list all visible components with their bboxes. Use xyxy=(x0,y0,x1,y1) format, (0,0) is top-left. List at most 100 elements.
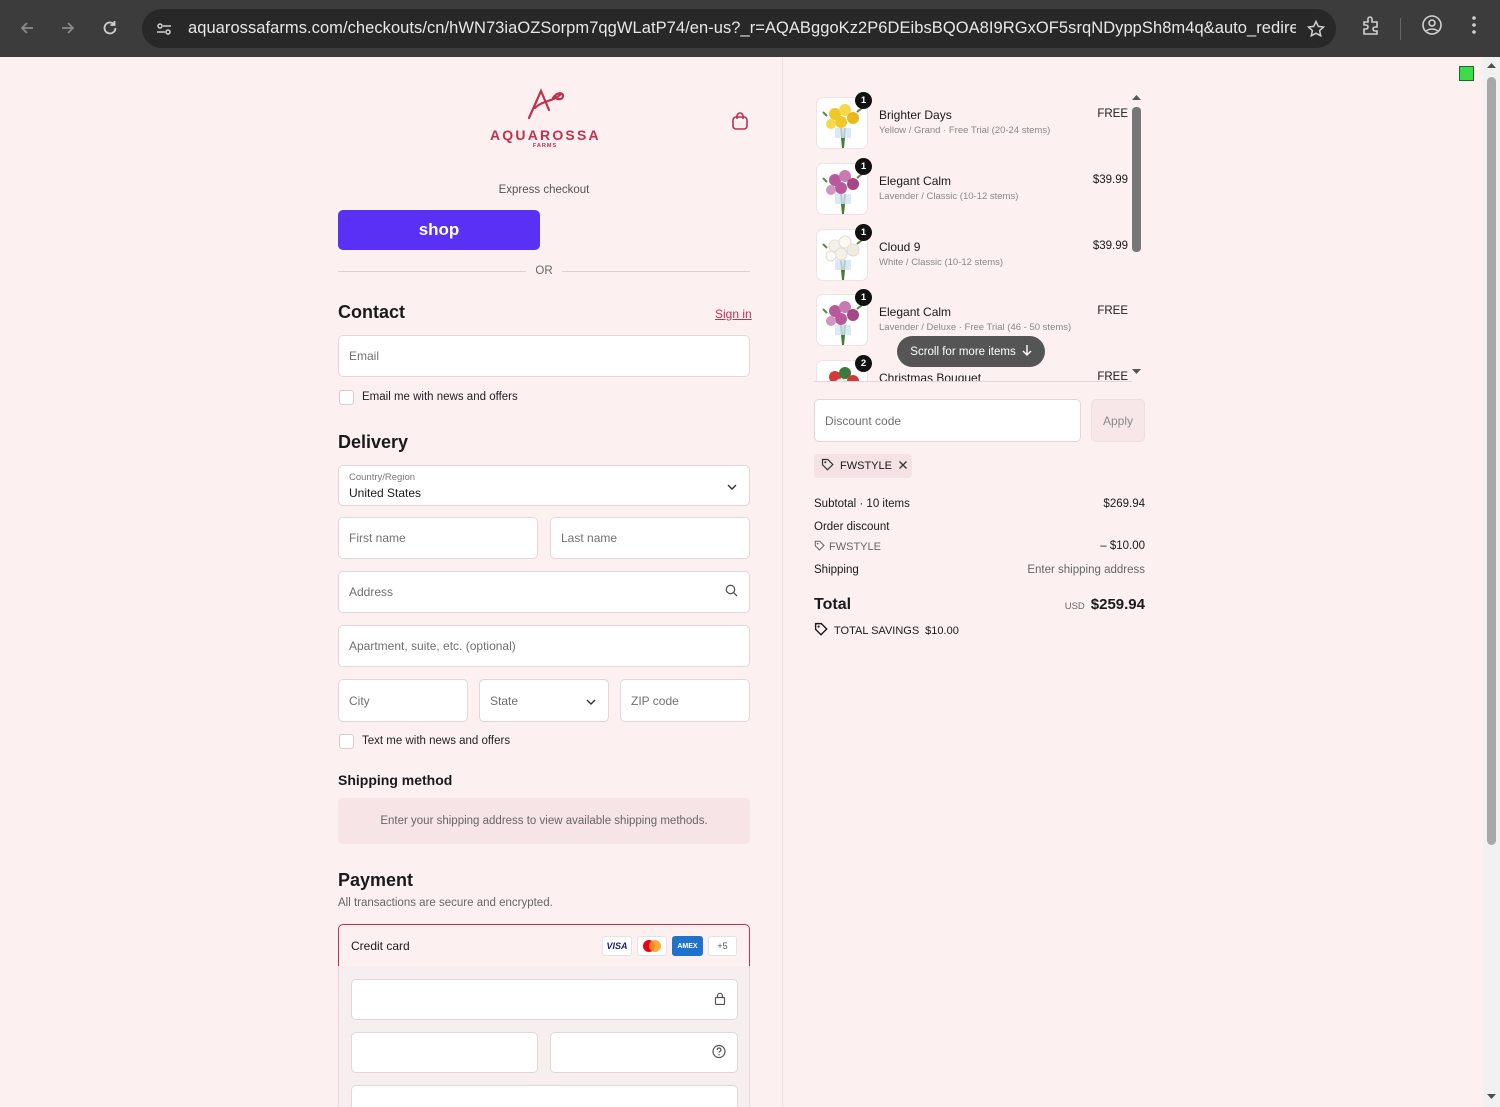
reload-icon xyxy=(103,21,117,35)
applied-discount-chip: FWSTYLE xyxy=(814,454,912,478)
back-button[interactable] xyxy=(6,7,48,49)
tag-icon xyxy=(821,458,834,474)
scroll-down-arrow-icon[interactable] xyxy=(1483,1091,1500,1103)
amex-card-icon: AMEX xyxy=(672,936,703,956)
total-value: $259.94 xyxy=(1090,596,1145,613)
url-text[interactable]: aquarossafarms.com/checkouts/cn/hWN73iaO… xyxy=(188,19,1296,38)
product-variant: White / Classic (10-12 stems) xyxy=(879,257,1004,268)
scroll-for-more-button[interactable]: Scroll for more items xyxy=(897,336,1045,367)
subtotal-label: Subtotal · 10 items xyxy=(814,498,910,510)
reload-button[interactable] xyxy=(89,7,131,49)
items-scrollbar-thumb[interactable] xyxy=(1132,107,1141,252)
apply-discount-button[interactable]: Apply xyxy=(1091,399,1145,442)
discount-value: – $10.00 xyxy=(1100,540,1145,552)
name-on-card-field[interactable] xyxy=(351,1085,738,1107)
total-savings-label: TOTAL SAVINGS xyxy=(834,624,920,637)
email-news-checkbox[interactable] xyxy=(339,390,354,405)
payment-subtitle: All transactions are secure and encrypte… xyxy=(338,897,553,909)
discount-code-placeholder: Discount code xyxy=(825,413,902,428)
site-info-icon[interactable] xyxy=(146,20,182,38)
extensions-icon[interactable] xyxy=(1360,14,1382,41)
quantity-badge: 1 xyxy=(855,92,872,109)
city-field[interactable]: City xyxy=(338,679,468,722)
email-news-label: Email me with news and offers xyxy=(362,391,518,403)
scroll-up-arrow-icon[interactable] xyxy=(1483,59,1500,71)
total-label: Total xyxy=(814,596,852,613)
quantity-badge: 2 xyxy=(855,355,872,372)
credit-card-label: Credit card xyxy=(351,939,410,953)
brand-name: AQUAROSSA xyxy=(490,127,601,143)
expiration-date-field[interactable] xyxy=(351,1032,538,1073)
subtotal-value: $269.94 xyxy=(1103,498,1145,510)
sign-in-link[interactable]: Sign in xyxy=(715,307,752,321)
first-name-field[interactable]: First name xyxy=(338,517,538,559)
security-code-field[interactable] xyxy=(550,1032,738,1073)
list-item: 1 Brighter Days Yellow / Grand · Free Tr… xyxy=(814,90,1134,150)
text-news-checkbox[interactable] xyxy=(339,734,354,749)
status-indicator xyxy=(1459,66,1474,81)
forward-button[interactable] xyxy=(47,7,89,49)
state-select[interactable]: State xyxy=(479,679,609,722)
page-scrollbar-thumb[interactable] xyxy=(1487,77,1496,845)
help-circle-icon[interactable] xyxy=(712,1044,726,1061)
product-price: FREE xyxy=(1097,108,1128,120)
shipping-label: Shipping xyxy=(814,564,859,576)
total-savings-value: $10.00 xyxy=(925,624,959,637)
arrow-down-icon xyxy=(1022,344,1032,359)
chevron-down-icon xyxy=(586,694,596,708)
applied-code-label: FWSTYLE xyxy=(840,460,892,472)
lock-icon xyxy=(714,992,726,1008)
scroll-hint-label: Scroll for more items xyxy=(910,345,1016,358)
email-field[interactable]: Email xyxy=(338,335,750,377)
email-placeholder: Email xyxy=(349,349,380,363)
card-number-field[interactable] xyxy=(351,979,738,1020)
logo-mark-icon xyxy=(527,88,565,120)
quantity-badge: 1 xyxy=(855,158,872,175)
remove-discount-close-icon[interactable] xyxy=(898,460,908,473)
first-name-placeholder: First name xyxy=(349,531,406,545)
express-checkout-label: Express checkout xyxy=(498,184,590,196)
scroll-up-arrow-icon[interactable] xyxy=(1131,93,1142,101)
product-price: $39.99 xyxy=(1092,174,1128,186)
delivery-heading: Delivery xyxy=(338,432,409,452)
arrow-left-icon xyxy=(20,22,33,34)
address-field[interactable]: Address xyxy=(338,571,750,613)
shipping-method-note: Enter your shipping address to view avai… xyxy=(338,798,750,844)
apartment-placeholder: Apartment, suite, etc. (optional) xyxy=(349,639,516,653)
zip-placeholder: ZIP code xyxy=(631,693,679,708)
items-scrollbar[interactable] xyxy=(1131,93,1142,377)
last-name-field[interactable]: Last name xyxy=(550,517,750,559)
country-select[interactable]: Country/Region United States xyxy=(338,465,750,506)
or-label: OR xyxy=(526,265,562,277)
text-news-label: Text me with news and offers xyxy=(362,735,511,747)
bookmark-star-icon[interactable] xyxy=(1296,19,1336,39)
menu-kebab-icon[interactable] xyxy=(1466,14,1482,41)
address-bar[interactable]: aquarossafarms.com/checkouts/cn/hWN73iaO… xyxy=(142,9,1336,48)
product-price: FREE xyxy=(1097,305,1128,317)
discount-code-label: FWSTYLE xyxy=(829,541,881,553)
zip-field[interactable]: ZIP code xyxy=(620,679,750,722)
quantity-badge: 1 xyxy=(855,289,872,306)
product-variant: Lavender / Classic (10-12 stems) xyxy=(879,191,1019,202)
search-icon xyxy=(725,584,738,600)
discount-code-row: FWSTYLE xyxy=(814,540,881,554)
last-name-placeholder: Last name xyxy=(561,531,618,545)
mastercard-icon xyxy=(637,936,667,956)
apartment-field[interactable]: Apartment, suite, etc. (optional) xyxy=(338,625,750,667)
discount-code-field[interactable]: Discount code xyxy=(814,399,1081,442)
shipping-method-note-text: Enter your shipping address to view avai… xyxy=(380,815,708,827)
country-label: Country/Region xyxy=(349,472,416,483)
credit-card-option[interactable]: Credit card VISA AMEX +5 xyxy=(338,924,750,967)
scroll-down-arrow-icon[interactable] xyxy=(1131,368,1142,376)
page-scrollbar[interactable] xyxy=(1483,57,1500,1107)
brand-logo[interactable]: AQUAROSSA FARMS xyxy=(490,88,600,149)
chevron-down-icon xyxy=(727,479,737,493)
profile-icon[interactable] xyxy=(1421,14,1443,41)
city-placeholder: City xyxy=(349,693,370,708)
shipping-value: Enter shipping address xyxy=(1027,564,1145,576)
shop-pay-button[interactable]: shop xyxy=(338,210,540,250)
cart-bag-icon[interactable] xyxy=(731,111,749,136)
tag-icon xyxy=(814,540,825,554)
product-name: Brighter Days xyxy=(879,108,952,122)
product-name: Elegant Calm xyxy=(879,174,952,188)
